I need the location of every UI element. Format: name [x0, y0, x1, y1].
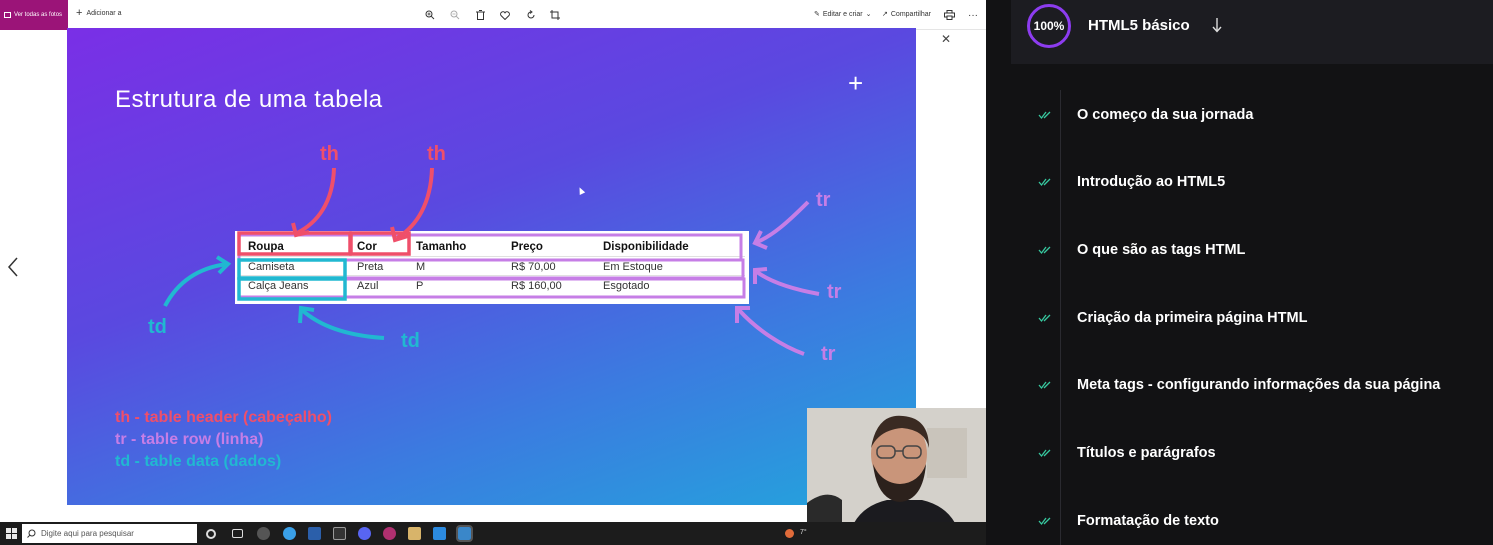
windows-start-icon[interactable]: [6, 528, 17, 539]
td-label: td: [148, 316, 167, 338]
lesson-title: O que são as tags HTML: [1077, 242, 1246, 258]
cortana-icon[interactable]: [206, 529, 216, 539]
lesson-title: O começo da sua jornada: [1077, 107, 1254, 123]
vscode-icon[interactable]: [433, 527, 446, 540]
lesson-title: Títulos e parágrafos: [1077, 445, 1216, 461]
double-check-icon: [1038, 381, 1051, 390]
discord-icon[interactable]: [358, 527, 371, 540]
lesson-title: Formatação de texto: [1077, 513, 1219, 529]
task-view-icon[interactable]: [232, 529, 243, 538]
td-label: td: [401, 330, 420, 352]
edge-browser-icon[interactable]: [283, 527, 296, 540]
module-header[interactable]: 100% HTML5 básico: [1011, 0, 1493, 64]
th-label: th: [427, 143, 446, 165]
edit-icon: ✎: [814, 11, 820, 18]
file-explorer-icon[interactable]: [408, 527, 421, 540]
arrow-down-icon[interactable]: [1211, 16, 1223, 34]
lesson-item[interactable]: Introdução ao HTML5: [1038, 171, 1225, 193]
taskbar-search-placeholder: Digite aqui para pesquisar: [41, 529, 134, 538]
legend-td: td - table data (dados): [115, 453, 282, 470]
tr-arrow: [756, 200, 810, 244]
course-sidebar: 100% HTML5 básico O começo da sua jornad…: [986, 0, 1493, 545]
share-button[interactable]: ↗ Compartilhar: [882, 10, 931, 19]
tr-highlight-box: [237, 277, 746, 299]
video-player[interactable]: Ver todas as fotos + Adicionar a ✎ Edita…: [0, 0, 986, 545]
edit-create-label: Editar e criar: [822, 10, 863, 18]
app-icon[interactable]: [383, 527, 396, 540]
double-check-icon: [1038, 246, 1051, 255]
add-to-label: Adicionar a: [86, 9, 122, 17]
screen: Ver todas as fotos + Adicionar a ✎ Edita…: [0, 0, 1493, 545]
share-label: Compartilhar: [890, 10, 931, 18]
td-arrow: [300, 308, 385, 340]
print-icon[interactable]: [942, 8, 956, 22]
module-progress-value: 100%: [1033, 19, 1065, 33]
photos-app-toolbar: Ver todas as fotos + Adicionar a ✎ Edita…: [0, 0, 986, 30]
zoom-out-icon[interactable]: [448, 8, 462, 22]
tr-highlight-box: [237, 233, 743, 262]
sidebar-spacer: [986, 0, 1011, 545]
github-icon[interactable]: [257, 527, 270, 540]
photos-app-icon[interactable]: [456, 525, 473, 542]
windows-taskbar: Digite aqui para pesquisar 7°: [0, 522, 986, 545]
module-progress-ring: 100%: [1027, 4, 1071, 48]
lesson-slide: Estrutura de uma tabela + Roupa Cor Tama…: [67, 28, 916, 505]
taskbar-search-box[interactable]: Digite aqui para pesquisar: [22, 524, 197, 543]
module-title: HTML5 básico: [1088, 17, 1190, 34]
tr-label: tr: [816, 189, 831, 211]
chevron-down-icon: ⌄: [865, 11, 872, 18]
more-options-icon[interactable]: ···: [966, 8, 980, 22]
td-arrow: [163, 262, 228, 307]
share-icon: ↗: [882, 11, 888, 18]
add-to-button[interactable]: + Adicionar a: [76, 7, 122, 19]
see-all-photos-button[interactable]: Ver todas as fotos: [0, 0, 68, 30]
zoom-in-icon[interactable]: [423, 8, 437, 22]
previous-photo-icon[interactable]: [6, 256, 20, 278]
lesson-title: Introdução ao HTML5: [1077, 174, 1226, 190]
lesson-title: Meta tags - configurando informações da …: [1077, 377, 1441, 393]
double-check-icon: [1038, 111, 1051, 120]
crop-icon[interactable]: [548, 8, 562, 22]
double-check-icon: [1038, 178, 1051, 187]
lesson-item[interactable]: Títulos e parágrafos: [1038, 442, 1216, 464]
th-arrow: [296, 167, 336, 235]
search-icon: [27, 529, 36, 538]
lesson-item[interactable]: Formatação de texto: [1038, 510, 1219, 532]
th-label: th: [320, 143, 339, 165]
tr-highlight-box: [237, 258, 745, 280]
tr-arrow: [755, 270, 820, 296]
legend-tr: tr - table row (linha): [115, 431, 264, 448]
weather-icon: [785, 529, 794, 538]
double-check-icon: [1038, 449, 1051, 458]
double-check-icon: [1038, 517, 1051, 526]
terminal-icon[interactable]: [333, 527, 346, 540]
powershell-icon[interactable]: [308, 527, 321, 540]
photos-icon: [4, 12, 11, 18]
tr-arrow: [737, 308, 805, 356]
tr-label: tr: [827, 281, 842, 303]
rotate-icon[interactable]: [524, 8, 538, 22]
th-arrow: [395, 167, 434, 240]
lesson-title: Criação da primeira página HTML: [1077, 310, 1308, 326]
close-icon[interactable]: ✕: [941, 32, 951, 46]
delete-icon[interactable]: [473, 8, 487, 22]
lesson-item[interactable]: O começo da sua jornada: [1038, 104, 1253, 126]
td-highlight-box: [237, 258, 347, 280]
double-check-icon: [1038, 314, 1051, 323]
favorite-heart-icon[interactable]: [498, 8, 512, 22]
plus-icon: +: [76, 7, 83, 19]
edit-create-button[interactable]: ✎ Editar e criar ⌄: [814, 10, 872, 19]
lesson-item[interactable]: Criação da primeira página HTML: [1038, 307, 1307, 329]
see-all-photos-label: Ver todas as fotos: [14, 12, 63, 18]
tr-label: tr: [821, 343, 836, 365]
lesson-item[interactable]: Meta tags - configurando informações da …: [1038, 374, 1440, 396]
lesson-item[interactable]: O que são as tags HTML: [1038, 239, 1245, 261]
weather-temperature: 7°: [800, 529, 807, 536]
legend-th: th - table header (cabeçalho): [115, 409, 332, 426]
